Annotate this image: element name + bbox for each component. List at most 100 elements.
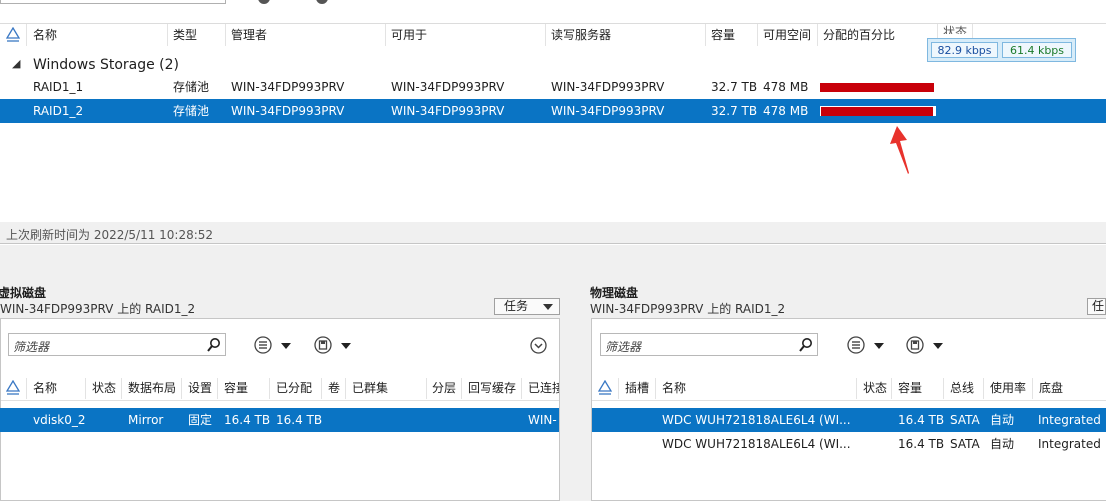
column-header-name[interactable]: 名称 bbox=[33, 24, 57, 47]
column-header-clustered[interactable]: 已群集 bbox=[352, 378, 388, 400]
column-separator bbox=[26, 24, 27, 46]
column-header-status[interactable]: 状态 bbox=[863, 378, 887, 400]
vdisk-connected: WIN- bbox=[528, 413, 557, 427]
column-header-setting[interactable]: 设置 bbox=[188, 378, 212, 400]
pool-capacity: 32.7 TB bbox=[711, 104, 758, 118]
column-header-allocated[interactable]: 已分配 bbox=[276, 378, 312, 400]
table-row[interactable]: RAID1_1 存储池 WIN-34FDP993PRV WIN-34FDP993… bbox=[0, 75, 1106, 99]
toolbar-icon[interactable] bbox=[316, 0, 328, 4]
annotation-arrow-icon bbox=[890, 126, 909, 174]
search-icon[interactable] bbox=[799, 337, 813, 352]
column-header-usage[interactable]: 使用率 bbox=[990, 378, 1026, 400]
table-row[interactable]: WDC WUH721818ALE6L4 (WI... 16.4 TB SATA … bbox=[592, 432, 1106, 456]
column-separator bbox=[217, 378, 218, 399]
column-header-available-to[interactable]: 可用于 bbox=[391, 24, 427, 47]
vdisk-allocated: 16.4 TB bbox=[276, 413, 323, 427]
sort-ascending-icon[interactable] bbox=[6, 380, 20, 396]
search-icon[interactable] bbox=[207, 337, 221, 352]
column-separator bbox=[385, 24, 386, 46]
column-header-writeback-cache[interactable]: 回写缓存 bbox=[468, 378, 516, 400]
table-row-selected[interactable]: vdisk0_2 Mirror 固定 16.4 TB 16.4 TB WIN- bbox=[0, 408, 559, 432]
pool-available-to: WIN-34FDP993PRV bbox=[391, 104, 505, 118]
column-separator bbox=[891, 378, 892, 399]
vdisk-layout: Mirror bbox=[128, 413, 164, 427]
disk-capacity: 16.4 TB bbox=[898, 437, 945, 451]
column-header-name[interactable]: 名称 bbox=[662, 378, 686, 400]
chevron-down-icon bbox=[543, 304, 553, 310]
column-separator bbox=[655, 378, 656, 399]
pool-type: 存储池 bbox=[173, 104, 210, 118]
save-query-icon[interactable] bbox=[906, 336, 924, 354]
chevron-down-icon[interactable] bbox=[341, 343, 351, 349]
download-rate: 82.9 kbps bbox=[931, 42, 998, 58]
last-refresh-text: 上次刷新时间为 2022/5/11 10:28:52 bbox=[6, 228, 214, 242]
column-header-capacity[interactable]: 容量 bbox=[898, 378, 922, 400]
column-separator bbox=[856, 378, 857, 399]
column-separator bbox=[545, 24, 546, 46]
pool-name: RAID1_2 bbox=[33, 104, 84, 118]
column-header-free-space[interactable]: 可用空间 bbox=[763, 24, 811, 47]
filter-input[interactable]: 筛选器 bbox=[600, 333, 818, 356]
column-header-layout[interactable]: 数据布局 bbox=[128, 378, 176, 400]
upload-rate: 61.4 kbps bbox=[1002, 42, 1072, 58]
filter-placeholder: 筛选器 bbox=[605, 340, 642, 354]
column-separator bbox=[167, 24, 168, 46]
column-header-tier[interactable]: 分层 bbox=[432, 378, 456, 400]
column-separator bbox=[705, 24, 706, 46]
list-options-icon[interactable] bbox=[847, 336, 865, 354]
column-separator bbox=[426, 378, 427, 399]
disk-chassis: Integrated : bbox=[1038, 437, 1106, 451]
expand-collapse-icon[interactable] bbox=[530, 337, 547, 354]
disk-capacity: 16.4 TB bbox=[898, 413, 945, 427]
column-separator bbox=[461, 378, 462, 399]
sort-ascending-icon[interactable] bbox=[6, 27, 20, 43]
pool-manager: WIN-34FDP993PRV bbox=[231, 80, 345, 94]
column-header-slot[interactable]: 插槽 bbox=[625, 378, 649, 400]
column-header-name[interactable]: 名称 bbox=[33, 378, 57, 400]
save-query-icon[interactable] bbox=[314, 336, 332, 354]
column-header-manager[interactable]: 管理者 bbox=[231, 24, 267, 47]
column-header-volume[interactable]: 卷 bbox=[328, 378, 340, 400]
column-header-bus[interactable]: 总线 bbox=[950, 378, 974, 400]
divider bbox=[592, 400, 1106, 401]
virtual-disk-subtitle: WIN-34FDP993PRV 上的 RAID1_2 bbox=[0, 302, 196, 316]
pool-rw-server: WIN-34FDP993PRV bbox=[551, 104, 665, 118]
tasks-button[interactable]: 任务 bbox=[494, 298, 560, 315]
group-header[interactable]: Windows Storage (2) bbox=[33, 57, 179, 73]
column-separator bbox=[345, 378, 346, 399]
column-header-connected[interactable]: 已连接 bbox=[528, 378, 559, 400]
toolbar-icon[interactable] bbox=[258, 0, 270, 4]
column-separator bbox=[1032, 378, 1033, 399]
column-separator bbox=[321, 378, 322, 399]
column-header-capacity[interactable]: 容量 bbox=[224, 378, 248, 400]
allocation-bar-fill bbox=[820, 83, 935, 92]
pool-manager: WIN-34FDP993PRV bbox=[231, 104, 345, 118]
column-header-rw-server[interactable]: 读写服务器 bbox=[551, 24, 611, 47]
column-header-allocated-percent[interactable]: 分配的百分比 bbox=[823, 24, 895, 47]
list-options-icon[interactable] bbox=[254, 336, 272, 354]
pool-name: RAID1_1 bbox=[33, 80, 84, 94]
chevron-down-icon[interactable] bbox=[281, 343, 291, 349]
column-separator bbox=[225, 24, 226, 46]
tasks-button[interactable]: 任 bbox=[1087, 298, 1106, 315]
pool-free-space: 478 MB bbox=[763, 80, 809, 94]
tasks-button-label: 任务 bbox=[504, 299, 529, 313]
column-header-chassis[interactable]: 底盘 bbox=[1039, 378, 1063, 400]
table-row-selected[interactable]: WDC WUH721818ALE6L4 (WI... 16.4 TB SATA … bbox=[592, 408, 1106, 432]
chevron-down-icon[interactable] bbox=[933, 343, 943, 349]
column-separator bbox=[269, 378, 270, 399]
column-header-capacity[interactable]: 容量 bbox=[711, 24, 735, 47]
collapse-group-icon[interactable]: ◢ bbox=[12, 57, 20, 70]
top-search-input[interactable] bbox=[0, 0, 226, 4]
filter-placeholder: 筛选器 bbox=[13, 340, 50, 354]
table-row-selected[interactable]: RAID1_2 存储池 WIN-34FDP993PRV WIN-34FDP993… bbox=[0, 99, 1106, 123]
column-header-status[interactable]: 状态 bbox=[943, 22, 967, 34]
column-header-status[interactable]: 状态 bbox=[92, 378, 116, 400]
column-header-type[interactable]: 类型 bbox=[173, 24, 197, 47]
sort-ascending-icon[interactable] bbox=[598, 380, 612, 396]
column-separator bbox=[521, 378, 522, 399]
chevron-down-icon[interactable] bbox=[874, 343, 884, 349]
physical-disk-title: 物理磁盘 bbox=[590, 286, 639, 300]
physical-disk-subtitle: WIN-34FDP993PRV 上的 RAID1_2 bbox=[590, 302, 786, 316]
filter-input[interactable]: 筛选器 bbox=[8, 333, 226, 356]
